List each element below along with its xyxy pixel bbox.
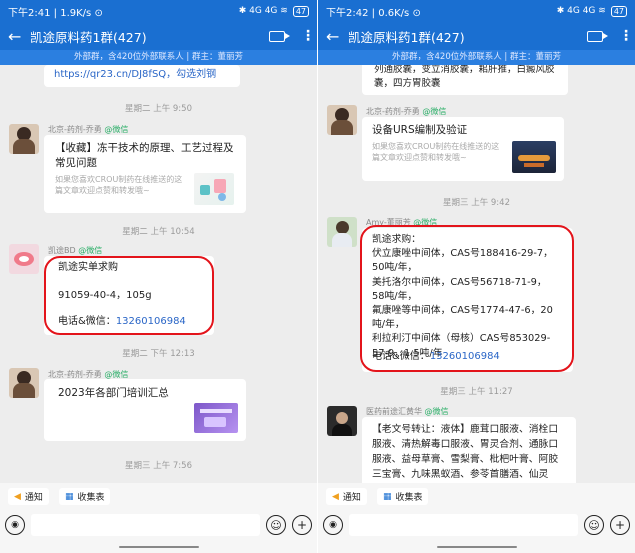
sender-text: 医药前途汇黄华 xyxy=(366,407,422,416)
form-icon: ▦ xyxy=(382,491,392,502)
signal-icon: ✱ 4G 4G ≋ xyxy=(556,6,606,16)
message-text: 【老文号转让：液体】鹿茸口服液、消栓口服液、清热解毒口服液、胃灵合剂、通脉口服液… xyxy=(372,424,559,480)
sender-text: 凯途BD xyxy=(48,246,76,255)
red-highlight-box xyxy=(44,256,214,335)
avatar[interactable] xyxy=(327,406,357,436)
more-menu-icon[interactable]: ⋮ xyxy=(301,28,315,44)
wechat-tag: @微信 xyxy=(104,125,129,134)
chat-header: ← 凯途原料药1群(427) ⋮ xyxy=(318,22,635,50)
message-text: 列通胶囊，变立消胶囊，耜肝推，白癜风胶囊，四方胃胶囊 xyxy=(374,65,555,89)
notice-button[interactable]: ◀ 通知 xyxy=(326,488,367,505)
message-input[interactable] xyxy=(31,514,260,536)
voice-icon[interactable]: ◉ xyxy=(5,515,25,535)
avatar[interactable] xyxy=(327,105,357,135)
add-icon[interactable]: + xyxy=(292,515,312,535)
status-time: 下午2:41 xyxy=(8,7,51,19)
article-card[interactable]: 设备URS编制及验证 如果您喜欢CROU制药在线推送的这篇文章欢迎点赞和转发哦~ xyxy=(362,117,564,181)
article-thumbnail xyxy=(194,173,234,205)
megaphone-icon: ◀ xyxy=(332,491,339,502)
avatar[interactable] xyxy=(9,368,39,398)
chat-title: 凯途原料药1群(427) xyxy=(30,29,147,45)
quick-actions: ◀ 通知 ▦ 收集表 xyxy=(0,483,317,510)
notice-label: 通知 xyxy=(342,493,361,503)
notice-button[interactable]: ◀ 通知 xyxy=(8,488,49,505)
left-screenshot: 下午2:41 | 1.9K/s ⊙ ✱ 4G 4G ≋ 47 ← 凯途原料药1群(… xyxy=(0,0,317,553)
sender-name: 凯途BD @微信 xyxy=(48,245,102,256)
message-input[interactable] xyxy=(349,514,578,536)
avatar[interactable] xyxy=(9,124,39,154)
wechat-tag: @微信 xyxy=(422,107,447,116)
signal-icon: ✱ 4G 4G ≋ xyxy=(238,6,288,16)
status-bar: 下午2:42 | 0.6K/s ⊙ ✱ 4G 4G ≋ 47 xyxy=(318,0,635,22)
gesture-bar xyxy=(318,540,635,553)
wechat-tag: @微信 xyxy=(78,246,103,255)
network-speed: 1.9K/s xyxy=(60,7,92,19)
notice-label: 通知 xyxy=(24,493,43,503)
right-screenshot: 下午2:42 | 0.6K/s ⊙ ✱ 4G 4G ≋ 47 ← 凯途原料药1群(… xyxy=(318,0,635,553)
article-desc: 如果您喜欢CROU制药在线推送的这篇文章欢迎点赞和转发哦~ xyxy=(55,175,183,195)
article-title: 2023年各部门培训汇总 xyxy=(58,387,169,399)
message-list[interactable]: https://qr23.cn/DJ8fSQ，勾选刘钢 星期二 上午 9:50 … xyxy=(0,65,317,483)
red-highlight-box xyxy=(360,225,574,372)
sender-text: 北京-药剂-乔勇 xyxy=(48,370,102,379)
form-button[interactable]: ▦ 收集表 xyxy=(58,488,111,505)
avatar[interactable] xyxy=(327,217,357,247)
chat-title: 凯途原料药1群(427) xyxy=(348,29,465,45)
quick-actions: ◀ 通知 ▦ 收集表 xyxy=(318,483,635,510)
form-label: 收集表 xyxy=(77,493,105,503)
video-call-icon[interactable] xyxy=(587,30,608,42)
article-thumbnail xyxy=(194,403,238,433)
timestamp: 星期三 上午 7:56 xyxy=(125,461,192,471)
group-info-bar[interactable]: 外部群，含420位外部联系人 | 群主：董丽芳 xyxy=(0,50,317,65)
wechat-tag: @微信 xyxy=(104,370,129,379)
add-icon[interactable]: + xyxy=(610,515,630,535)
avatar[interactable] xyxy=(9,244,39,274)
form-icon: ▦ xyxy=(64,491,74,502)
emoji-icon[interactable]: ☺ xyxy=(266,515,286,535)
input-bar: ◉ ☺ + xyxy=(318,510,635,540)
article-card[interactable]: 【收藏】冻干技术的原理、工艺过程及常见问题 如果您喜欢CROU制药在线推送的这篇… xyxy=(44,135,246,213)
sender-text: 北京-药剂-乔勇 xyxy=(366,107,420,116)
status-time: 下午2:42 xyxy=(326,7,369,19)
timestamp: 星期二 上午 10:54 xyxy=(122,227,195,237)
timestamp: 星期二 上午 9:50 xyxy=(125,104,192,114)
sender-name: 北京-药剂-乔勇 @微信 xyxy=(48,124,128,135)
input-bar: ◉ ☺ + xyxy=(0,510,317,540)
group-info-bar[interactable]: 外部群，含420位外部联系人 | 群主：董丽芳 xyxy=(318,50,635,65)
article-title: 【收藏】冻干技术的原理、工艺过程及常见问题 xyxy=(55,142,234,169)
message-bubble[interactable]: 列通胶囊，变立消胶囊，耜肝推，白癜风胶囊，四方胃胶囊 xyxy=(362,65,568,95)
wechat-tag: @微信 xyxy=(424,407,449,416)
network-speed: 0.6K/s xyxy=(378,7,410,19)
sender-name: 北京-药剂-乔勇 @微信 xyxy=(366,106,446,117)
message-bubble[interactable]: 【老文号转让：液体】鹿茸口服液、消栓口服液、清热解毒口服液、胃灵合剂、通脉口服液… xyxy=(362,417,576,483)
back-arrow-icon[interactable]: ← xyxy=(8,27,30,46)
timestamp: 星期三 上午 9:42 xyxy=(443,198,510,208)
article-title: 设备URS编制及验证 xyxy=(372,124,468,136)
timestamp: 星期三 上午 11:27 xyxy=(440,387,513,397)
video-call-icon[interactable] xyxy=(269,30,290,42)
status-bar: 下午2:41 | 1.9K/s ⊙ ✱ 4G 4G ≋ 47 xyxy=(0,0,317,22)
form-button[interactable]: ▦ 收集表 xyxy=(376,488,429,505)
chat-header: ← 凯途原料药1群(427) ⋮ xyxy=(0,22,317,50)
message-bubble[interactable]: https://qr23.cn/DJ8fSQ，勾选刘钢 xyxy=(44,65,240,87)
timestamp: 星期二 下午 12:13 xyxy=(122,349,195,359)
back-arrow-icon[interactable]: ← xyxy=(326,27,348,46)
status-extra-icon: ⊙ xyxy=(94,7,103,19)
battery-icon: 47 xyxy=(292,5,309,17)
battery-icon: 47 xyxy=(610,5,627,17)
article-card[interactable]: 2023年各部门培训汇总 xyxy=(44,379,246,441)
voice-icon[interactable]: ◉ xyxy=(323,515,343,535)
sender-name: 医药前途汇黄华 @微信 xyxy=(366,406,449,417)
status-extra-icon: ⊙ xyxy=(412,7,421,19)
article-thumbnail xyxy=(512,141,556,173)
message-list[interactable]: 列通胶囊，变立消胶囊，耜肝推，白癜风胶囊，四方胃胶囊 北京-药剂-乔勇 @微信 … xyxy=(318,65,635,483)
sender-text: 北京-药剂-乔勇 xyxy=(48,125,102,134)
megaphone-icon: ◀ xyxy=(14,491,21,502)
gesture-bar xyxy=(0,540,317,553)
message-link[interactable]: https://qr23.cn/DJ8fSQ，勾选刘钢 xyxy=(54,68,230,83)
emoji-icon[interactable]: ☺ xyxy=(584,515,604,535)
article-desc: 如果您喜欢CROU制药在线推送的这篇文章欢迎点赞和转发哦~ xyxy=(372,142,500,162)
form-label: 收集表 xyxy=(395,493,423,503)
more-menu-icon[interactable]: ⋮ xyxy=(619,28,633,44)
